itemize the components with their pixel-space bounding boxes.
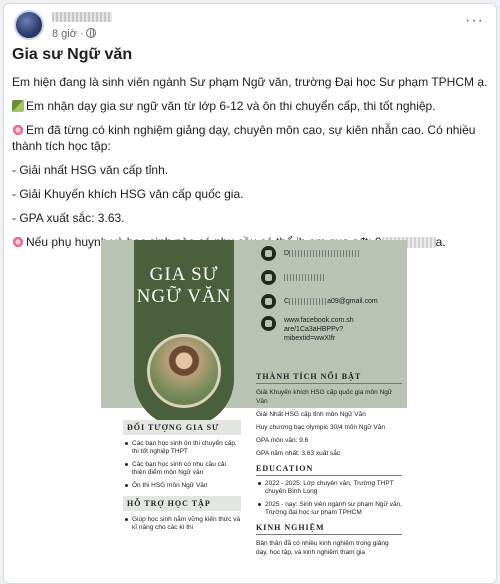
contact-email-row: Ca09@gmail.com xyxy=(261,294,407,309)
email-redacted xyxy=(289,298,328,305)
education-item: 2025 - nay: Sinh viên ngành sư phạm Ngữ … xyxy=(256,501,402,517)
flower-emoji-icon xyxy=(12,236,24,248)
experience-heading: KINH NGHIỆM xyxy=(256,523,402,535)
phone-icon xyxy=(261,270,276,285)
post-header: 8 giờ · ··· xyxy=(4,4,496,44)
globe-icon xyxy=(86,28,96,38)
phone-redacted xyxy=(284,274,324,281)
post-paragraph: Em đã từng có kinh nghiệm giảng dạy, chu… xyxy=(12,122,490,154)
achievement-line: - GPA xuất sắc: 3.63. xyxy=(12,211,125,225)
achievement-item: GPA năm nhất: 3.63 xuất sắc xyxy=(256,450,341,457)
web-icon xyxy=(261,316,276,331)
post-paragraph-text: a. xyxy=(435,235,446,249)
post-paragraph: Em hiện đang là sinh viên ngành Sư phạm … xyxy=(12,75,488,89)
more-options-icon[interactable]: ··· xyxy=(465,13,484,29)
contact-web-row: www.facebook.com.sh are/1Ca3aHBPPv?mibex… xyxy=(261,316,407,343)
post-title: Gia sư Ngữ văn xyxy=(12,46,133,63)
target-item: Ôn thi HSG môn Ngữ Văn xyxy=(123,482,241,490)
contact-name-row: D xyxy=(261,246,407,261)
flyer-title-line: NGỮ VĂN xyxy=(136,286,232,307)
avatar[interactable] xyxy=(14,10,44,40)
achievements-heading: THÀNH TÍCH NỔI BẬT xyxy=(256,372,402,384)
achievement-item: Giải Nhất HSG cấp tỉnh môn Ngữ Văn xyxy=(256,411,366,418)
facebook-post: 8 giờ · ··· Gia sư Ngữ văn Em hiện đang … xyxy=(3,3,497,584)
post-body: Em hiện đang là sinh viên ngành Sư phạm … xyxy=(12,74,490,250)
contact-email-end: a09@gmail.com xyxy=(327,298,378,305)
flower-emoji-icon xyxy=(12,124,24,136)
target-item: Các bạn học sinh có nhu cầu cải thiện đi… xyxy=(123,461,241,477)
post-paragraph: Em nhận dạy gia sư ngữ văn từ lớp 6-12 v… xyxy=(12,98,490,114)
flyer-left-column: ĐỐI TƯỢNG GIA SƯ Các bạn học sinh ôn thi… xyxy=(123,420,241,537)
achievement-item: Giải Khuyến khích HSG cấp quốc gia môn N… xyxy=(256,389,393,405)
post-timestamp[interactable]: 8 giờ · xyxy=(52,28,84,40)
target-item: Các bạn học sinh ôn thi chuyển cấp, thi … xyxy=(123,440,241,456)
flyer-right-column: THÀNH TÍCH NỔI BẬT Giải Khuyến khích HSG… xyxy=(256,372,402,561)
contact-phone-row xyxy=(261,270,407,285)
education-item: 2022 - 2025: Lớp chuyên văn, Trường THPT… xyxy=(256,480,402,496)
name-redacted xyxy=(289,250,360,257)
achievement-line: - Giải nhất HSG văn cấp tỉnh. xyxy=(12,163,169,177)
support-heading: HỖ TRỢ HỌC TẬP xyxy=(123,496,241,511)
achievement-item: Huy chương bạc olympic 30/4 môn Ngữ Văn xyxy=(256,424,385,431)
experience-text: Bản thân đã có nhiều kinh nghiệm trong g… xyxy=(256,540,389,556)
education-heading: EDUCATION xyxy=(256,464,402,476)
author-name-redacted[interactable] xyxy=(52,12,112,22)
book-emoji-icon xyxy=(12,100,24,112)
flyer-title: GIA SƯ NGỮ VĂN xyxy=(134,264,234,308)
post-paragraph-text: Em đã từng có kinh nghiệm giảng dạy, chu… xyxy=(12,123,476,153)
tutor-photo xyxy=(147,334,221,408)
achievement-line: - Giải Khuyến khích HSG văn cấp quốc gia… xyxy=(12,187,244,201)
mail-icon xyxy=(261,294,276,309)
target-heading: ĐỐI TƯỢNG GIA SƯ xyxy=(123,420,241,435)
tutor-flyer-image[interactable]: GIA SƯ NGỮ VĂN D Ca09@gmail.com www.face… xyxy=(101,240,407,583)
flyer-title-line: GIA SƯ xyxy=(149,264,219,285)
support-item: Giúp học sinh nắm vững kiến thức và kĩ n… xyxy=(123,516,241,532)
post-paragraph-text: Em nhận dạy gia sư ngữ văn từ lớp 6-12 v… xyxy=(26,99,436,113)
contact-facebook: www.facebook.com.sh are/1Ca3aHBPPv?mibex… xyxy=(284,317,354,342)
achievement-item: GPA môn văn: 9.6 xyxy=(256,437,309,444)
person-icon xyxy=(261,246,276,261)
